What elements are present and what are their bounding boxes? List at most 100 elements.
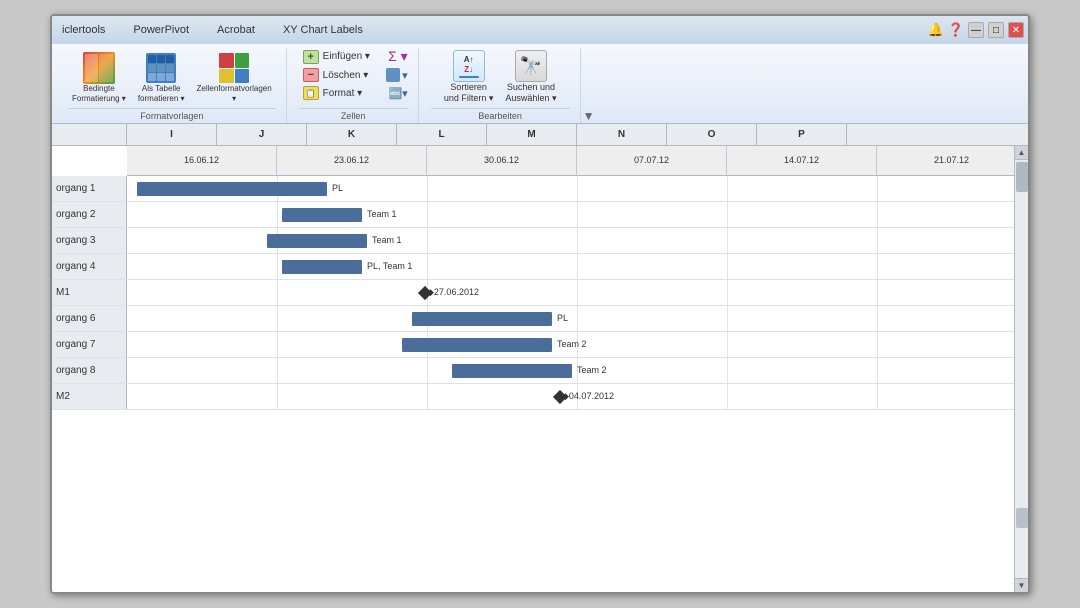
col-header-n: N — [577, 124, 667, 145]
bedingte-formatierung-label: BedingteFormatierung ▾ — [72, 84, 126, 103]
gantt-date-6: 21.07.12 — [877, 146, 1014, 175]
gantt-date-5: 14.07.12 — [727, 146, 877, 175]
bar-3 — [267, 234, 367, 248]
az-icon: A↑ Z↓ — [453, 50, 485, 82]
format-label: Format ▾ — [323, 88, 362, 99]
ribbon-group-zellen: + Einfügen ▾ Σ ▾ − Löschen ▾ ▾ — [289, 48, 419, 123]
milestone-label-1: ◆27.06.2012 — [427, 287, 479, 298]
scroll-down-button[interactable]: ▼ — [1015, 578, 1029, 592]
help-icon[interactable]: ❓ — [948, 22, 964, 38]
gantt-main: 16.06.12 23.06.12 30.06.12 07.07.12 14.0… — [52, 146, 1014, 592]
spreadsheet-body: 16.06.12 23.06.12 30.06.12 07.07.12 14.0… — [52, 146, 1028, 592]
vertical-scrollbar[interactable]: ▲ ▼ — [1014, 146, 1028, 592]
gantt-row-7: organg 7 Team 2 — [52, 332, 1014, 358]
close-button[interactable]: ✕ — [1008, 22, 1024, 38]
loeschen-row: − Löschen ▾ ▾ — [299, 67, 408, 83]
ribbon-scroll[interactable]: ▼ — [583, 109, 595, 123]
bar-label-7: Team 2 — [557, 339, 587, 349]
bar-label-6: PL — [557, 313, 568, 323]
gantt-date-4: 07.07.12 — [577, 146, 727, 175]
row-num-spacer — [52, 124, 127, 145]
menu-tab-acrobat[interactable]: Acrobat — [211, 22, 261, 38]
formatvorlagen-group-label: Formatvorlagen — [68, 108, 276, 121]
bearbeiten-group-label: Bearbeiten — [431, 108, 570, 121]
clear-button[interactable]: 🔤▾ — [388, 87, 407, 100]
formatvorlagen-items: BedingteFormatierung ▾ Als Tabelleformat… — [68, 48, 276, 106]
ribbon-groups: BedingteFormatierung ▾ Als Tabelleformat… — [52, 44, 1028, 123]
menu-tab-xychart[interactable]: XY Chart Labels — [277, 22, 369, 38]
bedingte-formatierung-button[interactable]: BedingteFormatierung ▾ — [68, 50, 130, 105]
bar-label-4: PL, Team 1 — [367, 261, 412, 271]
bar-6 — [412, 312, 552, 326]
cond-format-icon — [83, 52, 115, 84]
format-button[interactable]: 📋 Format ▾ — [299, 85, 381, 101]
binoculars-icon: 🔭 — [515, 50, 547, 82]
gantt-label-3: organg 3 — [52, 228, 127, 253]
zellenformat-icon — [218, 52, 250, 84]
menu-tabs: iclertools PowerPivot Acrobat XY Chart L… — [56, 22, 369, 38]
col-header-l: L — [397, 124, 487, 145]
ribbon: BedingteFormatierung ▾ Als Tabelleformat… — [52, 44, 1028, 124]
bar-2 — [282, 208, 362, 222]
col-header-i: I — [127, 124, 217, 145]
minus-icon: − — [303, 68, 319, 82]
zellen-items: + Einfügen ▾ Σ ▾ − Löschen ▾ ▾ — [299, 48, 408, 106]
gantt-label-8: organg 8 — [52, 358, 127, 383]
einfuegen-button[interactable]: + Einfügen ▾ — [299, 49, 380, 65]
gantt-rows-container: organg 1 PL — [52, 176, 1014, 410]
gantt-row-3: organg 3 Team 1 — [52, 228, 1014, 254]
bar-1 — [137, 182, 327, 196]
gantt-row-8: organg 8 Team 2 — [52, 358, 1014, 384]
scroll-up-button[interactable]: ▲ — [1015, 146, 1029, 160]
sortieren-label: Sortierenund Filtern ▾ — [444, 82, 494, 104]
table-icon — [145, 52, 177, 84]
col-header-m: M — [487, 124, 577, 145]
window-controls: 🔔 ❓ — □ ✕ — [928, 22, 1024, 38]
menu-tab-iclertools[interactable]: iclertools — [56, 22, 111, 38]
fill-button[interactable]: ▾ — [386, 68, 408, 82]
menu-tab-powerpivot[interactable]: PowerPivot — [127, 22, 195, 38]
gantt-row-1: organg 1 PL — [52, 176, 1014, 202]
gantt-label-m2: M2 — [52, 384, 127, 409]
gantt-label-m1: M1 — [52, 280, 127, 305]
col-header-j: J — [217, 124, 307, 145]
minimize-button[interactable]: — — [968, 22, 984, 38]
gantt-row-6: organg 6 PL — [52, 306, 1014, 332]
sortieren-button[interactable]: A↑ Z↓ Sortierenund Filtern ▾ — [440, 48, 498, 106]
als-tabelle-button[interactable]: Als Tabelleformatieren ▾ — [134, 50, 189, 105]
scroll-track[interactable] — [1015, 160, 1029, 578]
bar-4 — [282, 260, 362, 274]
als-tabelle-label: Als Tabelleformatieren ▾ — [138, 84, 185, 103]
zellen-group-label: Zellen — [299, 108, 408, 121]
zellenformatvorlagen-button[interactable]: Zellenformatvorlagen▾ — [193, 50, 276, 105]
scroll-thumb[interactable] — [1016, 162, 1028, 192]
zellenformatvorlagen-label: Zellenformatvorlagen▾ — [197, 84, 272, 103]
bell-icon[interactable]: 🔔 — [928, 22, 944, 38]
ribbon-group-formatvorlagen: BedingteFormatierung ▾ Als Tabelleformat… — [58, 48, 287, 123]
col-header-o: O — [667, 124, 757, 145]
gantt-row-4: organg 4 PL, Team 1 — [52, 254, 1014, 280]
col-header-k: K — [307, 124, 397, 145]
col-header-p: P — [757, 124, 847, 145]
gantt-row-m2: M2 ◆04.07.2012 — [52, 384, 1014, 410]
gantt-label-7: organg 7 — [52, 332, 127, 357]
title-bar: iclertools PowerPivot Acrobat XY Chart L… — [52, 16, 1028, 44]
loeschen-button[interactable]: − Löschen ▾ — [299, 67, 378, 83]
sigma-button[interactable]: Σ ▾ — [388, 48, 408, 65]
gantt-date-1: 16.06.12 — [127, 146, 277, 175]
milestone-label-2: ◆04.07.2012 — [562, 391, 614, 402]
bearbeiten-items: A↑ Z↓ Sortierenund Filtern ▾ 🔭 Suchen un… — [440, 48, 561, 106]
einfuegen-label: Einfügen ▾ — [323, 51, 370, 62]
plus-icon: + — [303, 50, 319, 64]
format-row: 📋 Format ▾ 🔤▾ — [299, 85, 408, 101]
gantt-dates-header: 16.06.12 23.06.12 30.06.12 07.07.12 14.0… — [127, 146, 1014, 176]
column-headers: I J K L M N O P — [52, 124, 1028, 146]
excel-window: iclertools PowerPivot Acrobat XY Chart L… — [50, 14, 1030, 594]
gantt-row-m1: M1 ◆27.06.2012 — [52, 280, 1014, 306]
suchen-button[interactable]: 🔭 Suchen undAuswählen ▾ — [501, 48, 560, 106]
gantt-date-2: 23.06.12 — [277, 146, 427, 175]
suchen-label: Suchen undAuswählen ▾ — [505, 82, 556, 104]
gantt-label-6: organg 6 — [52, 306, 127, 331]
maximize-button[interactable]: □ — [988, 22, 1004, 38]
scroll-thumb-2[interactable] — [1016, 508, 1028, 528]
